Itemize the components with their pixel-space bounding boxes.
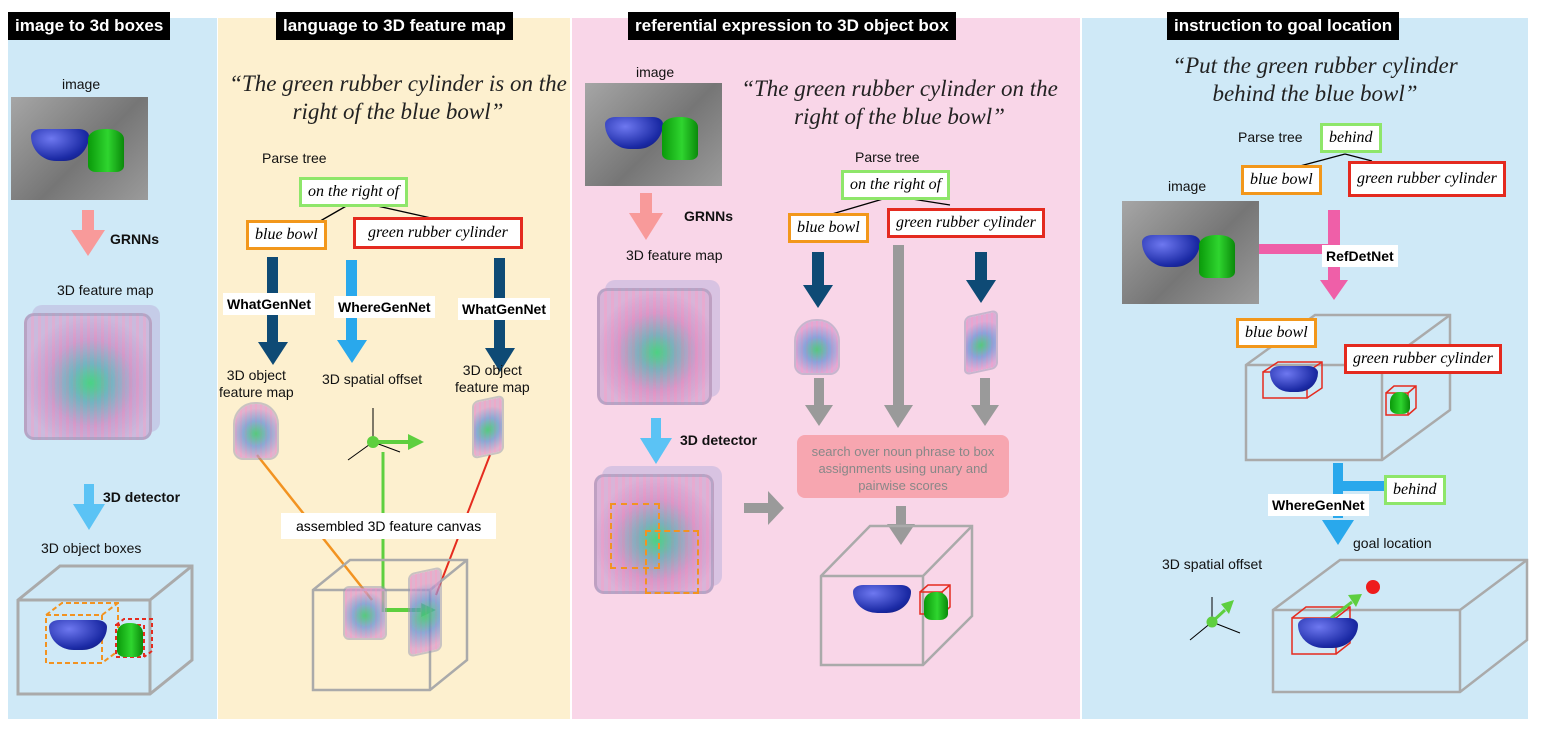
boxes-bowl <box>49 620 107 655</box>
spatial-offset-label: 3D spatial offset <box>322 371 423 387</box>
blue-bowl-image <box>31 129 89 161</box>
green-cylinder-image <box>88 129 124 172</box>
image-label: image <box>1168 178 1207 194</box>
wheregennet-label: WhereGenNet <box>334 296 435 318</box>
green-cylinder-image <box>662 117 698 160</box>
blue-bowl-image <box>1142 235 1200 267</box>
image-label: image <box>62 76 101 92</box>
green-cylinder-image <box>1199 235 1235 278</box>
blue-bowl-image <box>1298 618 1358 648</box>
goal-location-label: goal location <box>1353 535 1432 551</box>
scene-image <box>11 97 148 200</box>
parse-tree-label: Parse tree <box>1238 129 1303 145</box>
green-cylinder-image <box>924 592 948 620</box>
scene-bowl <box>853 585 911 613</box>
object-box-green-cylinder: green rubber cylinder <box>353 217 523 249</box>
object-box-blue-bowl: blue bowl <box>1241 165 1322 195</box>
offset-axes <box>347 408 401 461</box>
scene-image <box>1122 201 1259 304</box>
object-feature-map-label: 3D object feature map <box>455 362 530 395</box>
image-label: image <box>636 64 675 80</box>
blue-bowl-image <box>605 117 663 149</box>
scene-bowl <box>1298 618 1358 648</box>
grnns-label: GRNNs <box>110 231 160 247</box>
object-feature-map-bowl <box>235 404 277 458</box>
object-box-blue-bowl: blue bowl <box>246 220 327 250</box>
quote: “Put the green rubber cylinder behind th… <box>1172 53 1458 106</box>
quote: “The green rubber cylinder on the right … <box>741 76 1058 129</box>
scene-cylinder <box>1390 392 1410 414</box>
3d-feature-map <box>24 313 152 440</box>
3d-detector-label: 3D detector <box>680 432 758 448</box>
relation-box: behind <box>1320 123 1382 153</box>
green-cylinder-image <box>117 623 143 657</box>
scene-image <box>585 83 722 186</box>
feature-map-label: 3D feature map <box>57 282 154 298</box>
parse-tree-label: Parse tree <box>855 149 920 165</box>
refdetnet-label: RefDetNet <box>1322 245 1398 267</box>
whatgennet-label: WhatGenNet <box>223 293 315 315</box>
spatial-offset-label: 3D spatial offset <box>1162 556 1263 572</box>
canvas-wire-box <box>311 558 469 692</box>
canvas-bowl-feature <box>345 588 385 638</box>
dashed-bbox-orange <box>645 530 699 594</box>
blue-arrow-head <box>73 504 105 530</box>
scene-bowl <box>1270 366 1318 392</box>
grnns-label: GRNNs <box>684 208 734 224</box>
object-box-green-cylinder: green rubber cylinder <box>1348 161 1506 197</box>
object-box-green-cylinder: green rubber cylinder <box>887 208 1045 238</box>
wheregennet-label: WhereGenNet <box>1268 494 1369 516</box>
relation-box: on the right of <box>841 170 951 200</box>
object-feature-map-cylinder <box>966 311 996 374</box>
boxes-cylinder <box>117 623 143 657</box>
scene-cylinder <box>924 592 948 620</box>
blue-bowl-image <box>853 585 911 613</box>
object-box-green-cylinder: green rubber cylinder <box>1344 344 1502 374</box>
feature-map-label: 3D feature map <box>626 247 723 263</box>
relation-box: on the right of <box>299 177 409 207</box>
whatgennet-label: WhatGenNet <box>458 298 550 320</box>
search-box: search over noun phrase to box assignmen… <box>797 435 1009 498</box>
salmon-arrow <box>82 210 94 232</box>
object-feature-map-cylinder <box>474 397 502 457</box>
3d-detector-label: 3D detector <box>103 489 181 505</box>
canvas-cylinder-feature <box>410 568 440 656</box>
object-feature-map-bowl <box>796 321 838 373</box>
object-feature-map-label: 3D object feature map <box>219 367 294 400</box>
blue-bowl-image <box>49 620 107 650</box>
salmon-arrow-head <box>71 230 105 256</box>
object-boxes-label: 3D object boxes <box>41 540 142 556</box>
blue-bowl-image <box>1270 366 1318 392</box>
parse-tree-label: Parse tree <box>262 150 327 166</box>
blue-arrow <box>84 484 94 506</box>
green-cylinder-image <box>1390 392 1410 414</box>
relation-box: behind <box>1384 475 1446 505</box>
object-box-blue-bowl: blue bowl <box>788 213 869 243</box>
object-box-blue-bowl: blue bowl <box>1236 318 1317 348</box>
quote: “The green rubber cylinder is on the rig… <box>229 71 567 124</box>
3d-feature-map <box>597 288 712 405</box>
canvas-label: assembled 3D feature canvas <box>281 513 497 539</box>
